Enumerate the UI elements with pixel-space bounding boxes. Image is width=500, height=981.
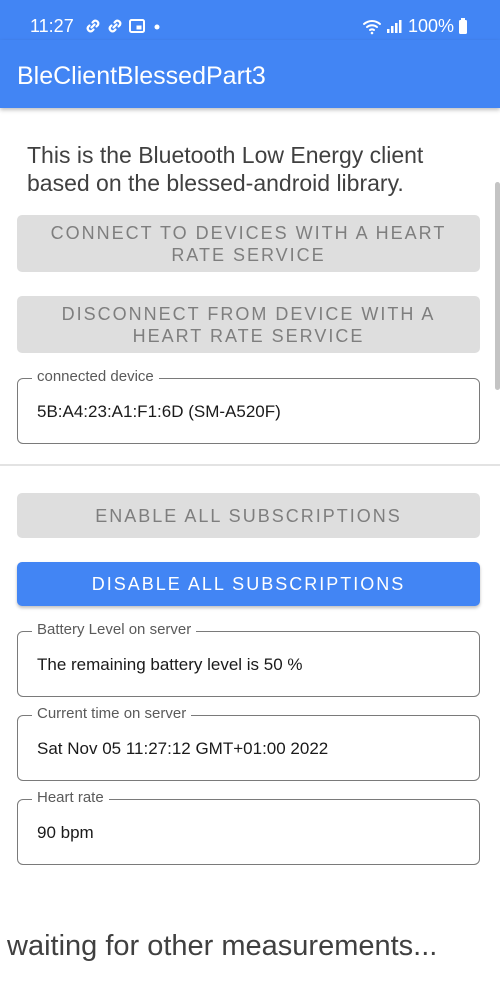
intro-text: This is the Bluetooth Low Energy client …	[27, 142, 424, 196]
heart-rate-value: 90 bpm	[37, 823, 94, 842]
disconnect-button[interactable]: Disconnect from device with a heart rate…	[17, 296, 480, 353]
divider	[0, 464, 500, 466]
status-time: 11:27	[30, 16, 74, 36]
link-icon	[86, 19, 100, 33]
current-time-label: Current time on server	[32, 705, 192, 723]
battery-level-label: Battery Level on server	[32, 621, 197, 639]
wifi-icon	[362, 20, 381, 35]
connected-device-label: connected device	[32, 368, 159, 386]
battery-level-field[interactable]: Battery Level on server The remaining ba…	[17, 621, 480, 697]
disconnect-button-label: Disconnect from device with a heart rate…	[61, 303, 436, 346]
battery-percentage: 100%	[407, 16, 454, 36]
disable-subscriptions-label: Disable all subscriptions	[91, 574, 406, 594]
heart-rate-field[interactable]: Heart rate 90 bpm	[17, 789, 480, 865]
battery-level-value: The remaining battery level is 50 %	[37, 655, 303, 674]
signal-icon	[386, 20, 402, 33]
system-icons: 100%	[362, 15, 468, 37]
current-time-field[interactable]: Current time on server Sat Nov 05 11:27:…	[17, 705, 480, 781]
heart-rate-label: Heart rate	[32, 789, 109, 807]
battery-icon	[459, 18, 467, 34]
enable-subscriptions-button[interactable]: Enable all subscriptions	[17, 493, 480, 538]
connect-button-label: Connect to devices with a heart rate ser…	[50, 222, 447, 265]
connected-device-field[interactable]: connected device 5B:A4:23:A1:F1:6D (SM-A…	[17, 368, 480, 444]
app-bar: BleClientBlessedPart3	[0, 40, 500, 108]
link-icon	[108, 19, 122, 33]
disable-subscriptions-button[interactable]: Disable all subscriptions	[17, 562, 480, 606]
app-title: BleClientBlessedPart3	[17, 62, 266, 90]
notification-icons	[84, 17, 164, 35]
app-screen: 11:27 100% BleClientBlessedPart3 This is…	[0, 0, 500, 981]
current-time-value: Sat Nov 05 11:27:12 GMT+01:00 2022	[37, 739, 329, 758]
connected-device-value: 5B:A4:23:A1:F1:6D (SM-A520F)	[37, 402, 281, 421]
dot-icon	[154, 24, 160, 30]
enable-subscriptions-label: Enable all subscriptions	[95, 505, 402, 526]
connect-button[interactable]: Connect to devices with a heart rate ser…	[17, 215, 480, 272]
cast-icon	[129, 19, 145, 33]
waiting-text: waiting for other measurements...	[7, 930, 438, 962]
scrollbar[interactable]	[495, 182, 500, 390]
status-bar: 11:27 100%	[0, 0, 500, 40]
